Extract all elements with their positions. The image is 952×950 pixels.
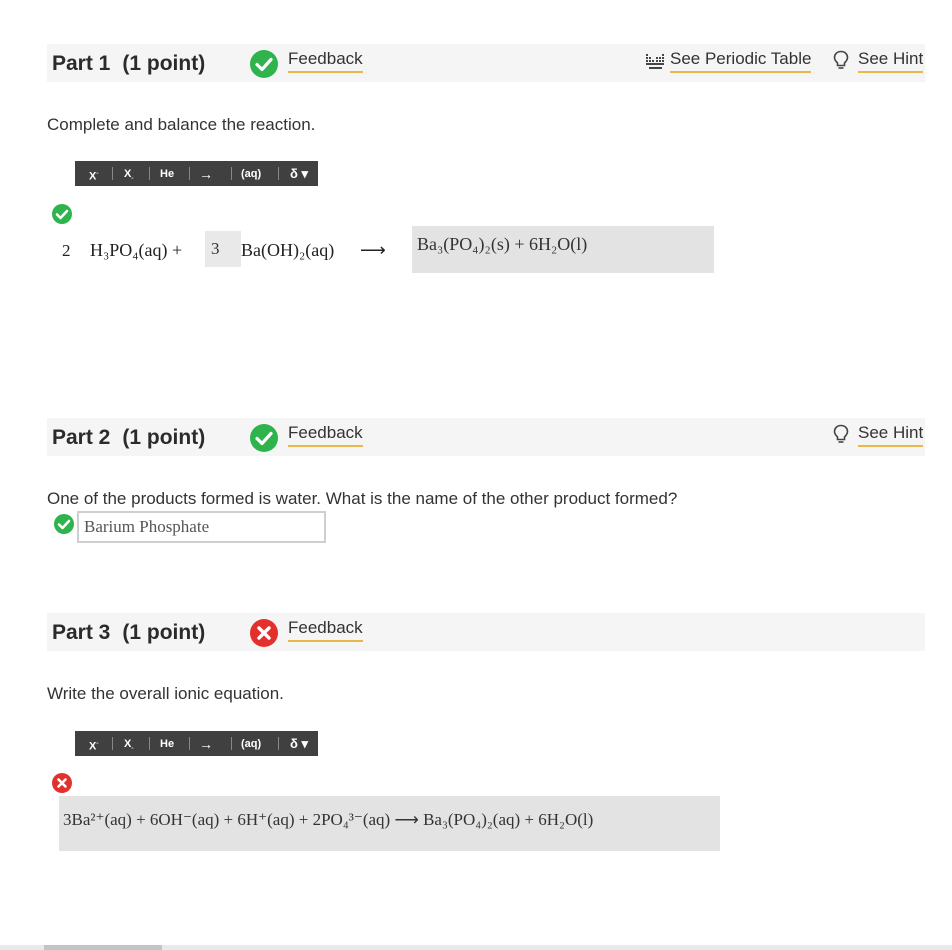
part1-header: Part 1 (1 point) Feedback See Periodic Ta…: [47, 44, 925, 82]
equation-toolbar: X▫ X▫ He → (aq) δ ▾: [75, 731, 318, 756]
superscript-button[interactable]: X▫: [89, 731, 98, 756]
lightbulb-icon: [833, 424, 849, 449]
part3-title: Part 3 (1 point): [52, 621, 206, 644]
part2-title: Part 2 (1 point): [52, 426, 206, 449]
part1-correct-icon: [52, 204, 72, 224]
superscript-button[interactable]: X▫: [89, 161, 98, 186]
state-button[interactable]: (aq): [241, 161, 261, 186]
part3-prompt: Write the overall ionic equation.: [47, 684, 284, 703]
part2-header: Part 2 (1 point) Feedback See Hint: [47, 418, 925, 456]
element-button[interactable]: He: [160, 731, 174, 756]
part2-answer-input[interactable]: Barium Phosphate: [77, 511, 326, 543]
coefficient-input-2[interactable]: 3: [205, 231, 241, 267]
arrow-button[interactable]: →: [199, 731, 213, 756]
delta-button[interactable]: δ ▾: [290, 731, 308, 756]
part3-feedback-link[interactable]: Feedback: [288, 617, 363, 642]
correct-check-icon: [250, 424, 278, 452]
lightbulb-icon: [833, 50, 849, 75]
part3-header: Part 3 (1 point) Feedback: [47, 613, 925, 651]
part1-feedback-link[interactable]: Feedback: [288, 48, 363, 73]
coefficient-input-1[interactable]: 2: [62, 241, 71, 261]
part2-correct-icon: [54, 514, 74, 534]
periodic-table-icon: [646, 54, 664, 75]
part1-product-text: Ba₃(PO₄)₂(s) + 6H₂O(l): [417, 234, 588, 254]
correct-check-icon: [250, 50, 278, 78]
part2-prompt: One of the products formed is water. Wha…: [47, 489, 678, 508]
see-periodic-table-link[interactable]: See Periodic Table: [670, 48, 812, 73]
reaction-arrow: ⟶: [360, 240, 386, 260]
state-button[interactable]: (aq): [241, 731, 261, 756]
delta-button[interactable]: δ ▾: [290, 161, 308, 186]
part1-title: Part 1 (1 point): [52, 52, 206, 75]
reactant-2: Ba(OH)₂(aq): [241, 240, 335, 260]
part3-equation-text: 3Ba²⁺(aq) + 6OH⁻(aq) + 6H⁺(aq) + 2PO₄³⁻(…: [63, 810, 594, 829]
part2-see-hint-link[interactable]: See Hint: [858, 422, 924, 447]
reactant-1: H₃PO₄(aq) +: [90, 240, 183, 260]
element-button[interactable]: He: [160, 161, 174, 186]
incorrect-x-icon: [250, 619, 278, 647]
subscript-button[interactable]: X▫: [124, 161, 133, 186]
part3-incorrect-icon: [52, 773, 72, 793]
equation-toolbar: X▫ X▫ He → (aq) δ ▾: [75, 161, 318, 186]
subscript-button[interactable]: X▫: [124, 731, 133, 756]
part1-see-hint-link[interactable]: See Hint: [858, 48, 924, 73]
part2-feedback-link[interactable]: Feedback: [288, 422, 363, 447]
part1-prompt: Complete and balance the reaction.: [47, 115, 316, 134]
arrow-button[interactable]: →: [199, 161, 213, 186]
scrollbar-thumb[interactable]: [44, 945, 162, 950]
